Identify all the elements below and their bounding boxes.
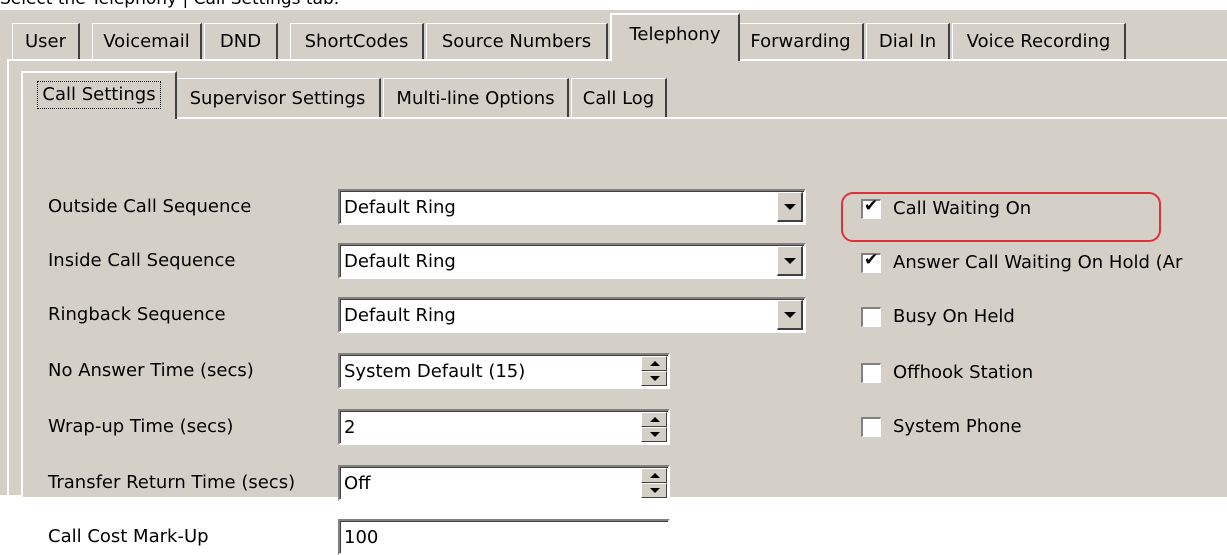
wrap-up-time-increment-button[interactable] — [641, 412, 667, 427]
outside-call-sequence-value: Default Ring — [344, 197, 456, 218]
wrap-up-time-value: 2 — [344, 417, 356, 438]
no-answer-time-value: System Default (15) — [344, 361, 526, 382]
busy-on-held-checkbox[interactable] — [861, 307, 881, 327]
answer-call-waiting-on-hold-checkbox[interactable]: ✔ — [861, 250, 881, 273]
tab-supervisor-settings[interactable]: Supervisor Settings — [175, 78, 381, 118]
no-answer-time-label: No Answer Time (secs) — [48, 360, 254, 381]
tab-voicemail[interactable]: Voicemail — [92, 23, 202, 59]
offhook-station-checkbox[interactable] — [861, 363, 881, 383]
wrap-up-time-spinner[interactable]: 2 — [338, 409, 670, 445]
transfer-return-time-spinner[interactable]: Off — [338, 465, 670, 501]
tab-voice-recording[interactable]: Voice Recording — [952, 23, 1126, 59]
tab-call-log[interactable]: Call Log — [571, 78, 667, 118]
checkmark-icon: ✔ — [864, 196, 879, 216]
answer-call-waiting-on-hold-label: Answer Call Waiting On Hold (Ar — [893, 252, 1183, 273]
transfer-return-time-label: Transfer Return Time (secs) — [48, 472, 296, 493]
no-answer-time-increment-button[interactable] — [641, 356, 667, 371]
inside-call-sequence-dropdown-button[interactable] — [777, 246, 803, 276]
busy-on-held-label: Busy On Held — [893, 306, 1015, 327]
system-phone-checkbox[interactable] — [861, 417, 881, 437]
chevron-down-icon — [784, 258, 796, 264]
instruction-caption: Select the Telephony | Call Settings tab… — [0, 0, 339, 10]
ringback-sequence-dropdown-button[interactable] — [777, 300, 803, 330]
telephony-panel: Call Settings Supervisor Settings Multi-… — [7, 59, 1227, 555]
tab-dial-in[interactable]: Dial In — [866, 23, 950, 59]
ringback-sequence-dropdown[interactable]: Default Ring — [338, 297, 806, 333]
transfer-return-time-decrement-button[interactable] — [641, 483, 667, 498]
tab-shortcodes[interactable]: ShortCodes — [290, 23, 424, 59]
arrow-up-icon — [650, 361, 660, 366]
tab-call-settings[interactable]: Call Settings — [21, 71, 177, 119]
system-phone-label: System Phone — [893, 416, 1022, 437]
wrap-up-time-label: Wrap-up Time (secs) — [48, 416, 234, 437]
tab-telephony[interactable]: Telephony — [610, 13, 740, 61]
call-cost-markup-value: 100 — [344, 527, 379, 548]
arrow-down-icon — [650, 432, 660, 437]
tab-dnd[interactable]: DND — [204, 23, 278, 59]
call-cost-markup-input[interactable]: 100 — [338, 519, 670, 555]
outside-call-sequence-label: Outside Call Sequence — [48, 196, 252, 217]
wrap-up-time-decrement-button[interactable] — [641, 427, 667, 442]
outside-call-sequence-dropdown-button[interactable] — [777, 192, 803, 222]
arrow-down-icon — [650, 376, 660, 381]
no-answer-time-spinner[interactable]: System Default (15) — [338, 353, 670, 389]
telephony-settings-window: User Voicemail DND ShortCodes Source Num… — [0, 10, 1227, 555]
inside-call-sequence-value: Default Ring — [344, 251, 456, 272]
call-settings-panel: Outside Call Sequence Default Ring Insid… — [21, 117, 1227, 555]
arrow-down-icon — [650, 488, 660, 493]
transfer-return-time-increment-button[interactable] — [641, 468, 667, 483]
offhook-station-label: Offhook Station — [893, 362, 1034, 383]
no-answer-time-decrement-button[interactable] — [641, 371, 667, 386]
top-tab-strip: User Voicemail DND ShortCodes Source Num… — [0, 10, 1227, 61]
chevron-down-icon — [784, 204, 796, 210]
ringback-sequence-label: Ringback Sequence — [48, 304, 226, 325]
arrow-up-icon — [650, 417, 660, 422]
call-waiting-on-checkbox[interactable]: ✔ — [861, 196, 881, 219]
call-cost-markup-label: Call Cost Mark-Up — [48, 526, 209, 547]
tab-multi-line-options[interactable]: Multi-line Options — [383, 78, 569, 118]
call-waiting-on-label: Call Waiting On — [893, 198, 1032, 219]
tab-user[interactable]: User — [12, 23, 80, 59]
arrow-up-icon — [650, 473, 660, 478]
ringback-sequence-value: Default Ring — [344, 305, 456, 326]
chevron-down-icon — [784, 312, 796, 318]
outside-call-sequence-dropdown[interactable]: Default Ring — [338, 189, 806, 225]
inside-call-sequence-dropdown[interactable]: Default Ring — [338, 243, 806, 279]
tab-forwarding[interactable]: Forwarding — [738, 23, 864, 59]
tab-call-settings-label: Call Settings — [37, 81, 161, 109]
transfer-return-time-value: Off — [344, 473, 371, 494]
inside-call-sequence-label: Inside Call Sequence — [48, 250, 236, 271]
tab-source-numbers[interactable]: Source Numbers — [426, 23, 608, 59]
checkmark-icon: ✔ — [864, 250, 879, 270]
